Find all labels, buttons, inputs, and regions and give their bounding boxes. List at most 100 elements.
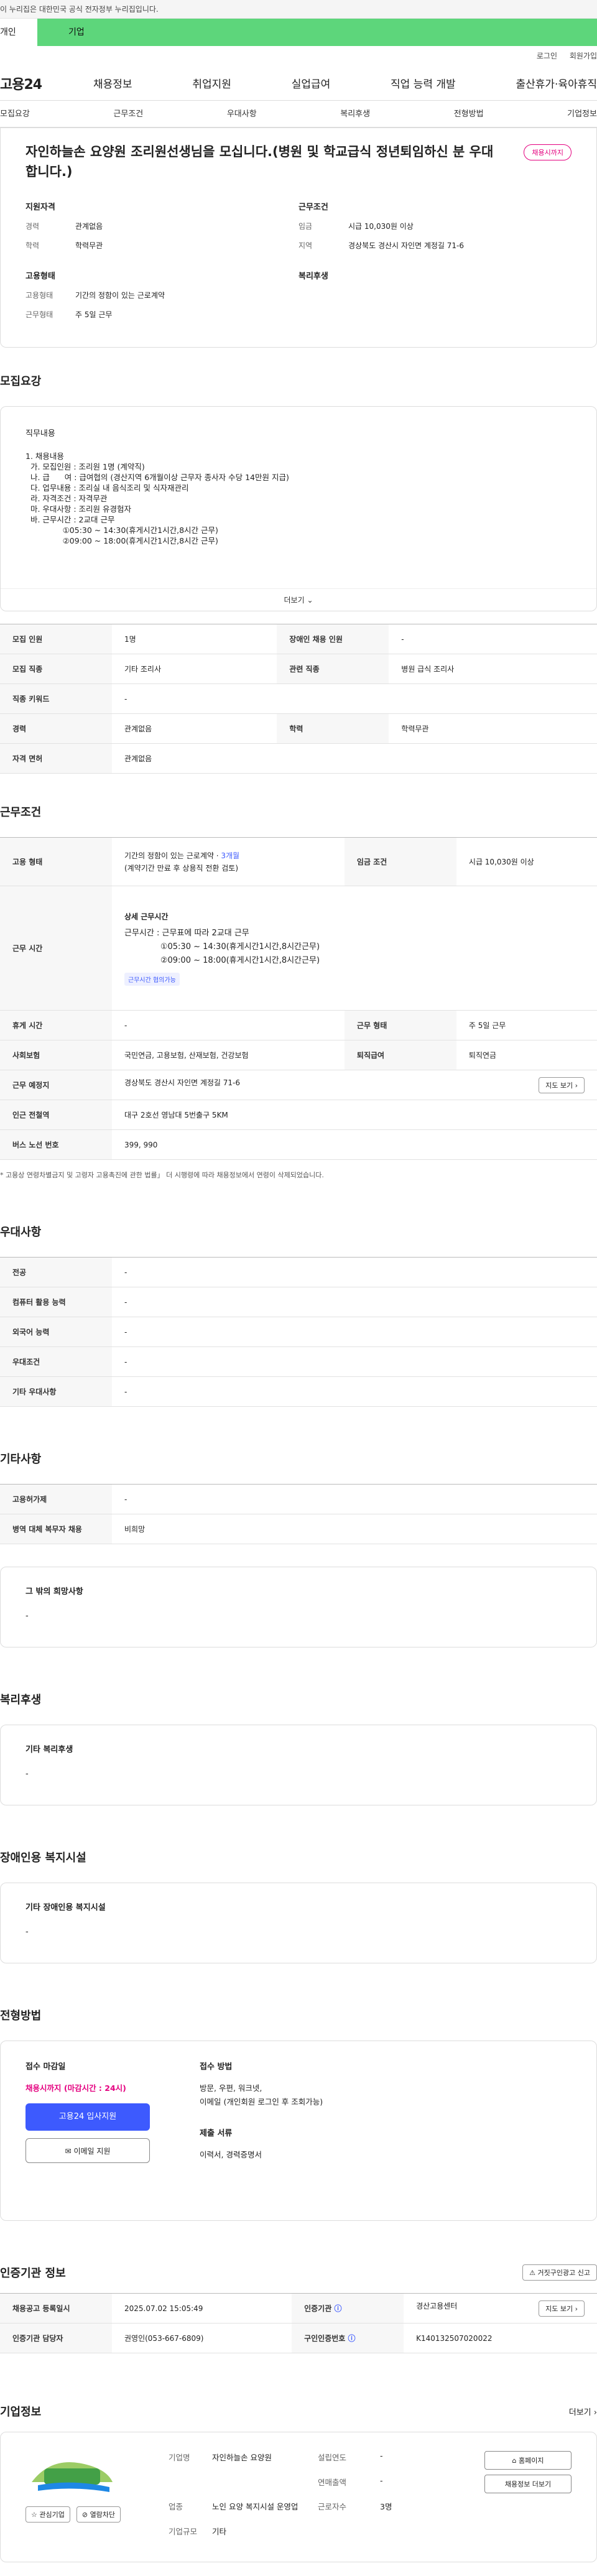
tab-company[interactable]: 기업정보 (567, 101, 597, 127)
info-value: - (380, 2475, 383, 2485)
site-logo[interactable]: 고용24 (0, 73, 93, 93)
work-form-value: 주 5일 근무 (75, 310, 113, 319)
info-key: 업종 (169, 2502, 183, 2511)
row-key: 퇴직급여 (344, 1040, 456, 1070)
gnb-item-leave[interactable]: 출산휴가·육아휴직 (516, 75, 597, 91)
row-value: 학력무관 (389, 713, 597, 744)
emp-heading: 고용형태 (25, 272, 55, 281)
map-button[interactable]: 지도 보기 › (539, 2300, 585, 2317)
region-key: 지역 (298, 241, 313, 250)
section-work-title: 근무조건 (0, 806, 42, 819)
more-button[interactable]: 더보기 ⌄ (1, 588, 596, 611)
block-icon: ⊘ (81, 2511, 88, 2519)
duty-box: 직무내용 1. 채용내용 가. 모집인원 : 조리원 1명 (계약직) 나. 급… (0, 406, 597, 611)
row-value: - (112, 1484, 597, 1514)
login-link[interactable]: 로그인 (537, 52, 557, 60)
global-nav: 고용24 채용정보 취업지원 실업급여 직업 능력 개발 출산휴가·육아휴직 (0, 66, 597, 101)
tab-work[interactable]: 근무조건 (113, 101, 143, 127)
tab-screening[interactable]: 전형방법 (454, 101, 484, 127)
disability-box: 기타 장애인용 복지시설 - (0, 1883, 597, 1963)
row-value: 399, 990 (112, 1129, 597, 1160)
edu-value: 학력무관 (75, 241, 103, 250)
info-value: 노인 요양 복지시설 운영업 (212, 2502, 298, 2511)
row-key: 기타 우대사항 (0, 1376, 112, 1407)
row-value: - (112, 1376, 597, 1407)
method-label: 접수 방법 (200, 2062, 233, 2072)
welfare-box: 기타 복리후생 - (0, 1725, 597, 1805)
homepage-button[interactable]: ⌂ 홈페이지 (484, 2451, 572, 2470)
row-key: 인증기관 ⓘ (292, 2293, 404, 2323)
signup-link[interactable]: 회원가입 (570, 52, 597, 60)
tab-recruit[interactable]: 모집요강 (0, 101, 30, 127)
company-more-link[interactable]: 더보기 › (569, 2406, 597, 2417)
company-jobs-button[interactable]: 채용정보 더보기 (484, 2475, 572, 2493)
row-key: 학력 (277, 713, 389, 744)
block-view-button[interactable]: ⊘ 열람차단 (76, 2506, 121, 2523)
row-key: 외국어 능력 (0, 1317, 112, 1347)
user-type-tabs: 개인 기업 (0, 19, 597, 46)
info-value: 기타 (212, 2526, 227, 2536)
mail-icon: ✉ (65, 2147, 72, 2156)
section-screening-title: 전형방법 (0, 2009, 42, 2022)
info-key: 기업명 (169, 2453, 190, 2462)
row-value: 병원 급식 조리사 (389, 654, 597, 684)
row-key: 모집 인원 (0, 624, 112, 654)
email-apply-button[interactable]: ✉ 이메일 지원 (25, 2138, 150, 2163)
row-value: 관계없음 (112, 713, 277, 744)
chevron-down-icon: ⌄ (307, 596, 313, 605)
gnb-item-training[interactable]: 직업 능력 개발 (391, 75, 456, 91)
info-value: 3명 (380, 2502, 392, 2511)
company-logo (32, 2462, 113, 2492)
section-recruit-title: 모집요강 (0, 375, 42, 388)
tab-pref[interactable]: 우대사항 (227, 101, 257, 127)
chevron-right-icon: › (593, 2407, 597, 2417)
utility-links: 로그인 회원가입 (0, 46, 597, 66)
section-pref-title: 우대사항 (0, 1226, 42, 1239)
qual-heading: 지원자격 (25, 203, 55, 212)
section-welfare-title: 복리후생 (0, 1693, 42, 1707)
other-wish-box: 그 밖의 희망사항 - (0, 1567, 597, 1647)
row-key: 버스 노선 번호 (0, 1129, 112, 1160)
edu-key: 학력 (25, 241, 40, 250)
tab-welfare[interactable]: 복리후생 (340, 101, 370, 127)
other-wish-value: - (25, 1611, 29, 1621)
info-icon[interactable]: ⓘ (348, 2334, 356, 2343)
row-value: 1명 (112, 624, 277, 654)
gnb-item-support[interactable]: 취업지원 (192, 75, 231, 91)
apply-button[interactable]: 고용24 입사지원 (25, 2103, 150, 2131)
status-badge: 채용시까지 (524, 144, 572, 160)
info-icon[interactable]: ⓘ (334, 2304, 341, 2313)
docs-value: 이력서, 경력증명서 (200, 2150, 262, 2159)
row-key: 임금 조건 (344, 837, 456, 886)
row-key: 직종 키워드 (0, 683, 112, 714)
row-value: 기타 조리사 (112, 654, 277, 684)
row-key: 관련 직종 (277, 654, 389, 684)
section-tabs: 모집요강 근무조건 우대사항 복리후생 전형방법 기업정보 (0, 101, 597, 128)
agency-table: 채용공고 등록일시 2025.07.02 15:05:49 인증기관 ⓘ 경산고용센터… (0, 2293, 597, 2353)
duty-label: 직무내용 (25, 429, 55, 438)
row-value: 기간의 정함이 있는 근로계약 · 3개월 (계약기간 만료 후 상용직 전환 검… (112, 837, 345, 886)
favorite-company-button[interactable]: ☆ 관심기업 (25, 2506, 70, 2523)
other-wish-label: 그 밖의 희망사항 (25, 1587, 83, 1596)
row-value: 2025.07.02 15:05:49 (112, 2293, 292, 2323)
row-value: 관계없음 (112, 743, 597, 774)
gnb-item-benefits[interactable]: 실업급여 (292, 75, 331, 91)
report-button[interactable]: ⚠ 거짓구인광고 신고 (522, 2264, 597, 2281)
row-key: 구인인증번호 ⓘ (292, 2323, 404, 2353)
welfare-heading: 복리후생 (298, 272, 328, 281)
warning-icon: ⚠ (529, 2269, 536, 2277)
job-title: 자인하늘손 요양원 조리원선생님을 모십니다.(병원 및 학교급식 정년퇴임하신… (25, 144, 494, 179)
emp-type-value: 기간의 정함이 있는 근로계약 (75, 291, 165, 300)
row-value: 비희망 (112, 1514, 597, 1544)
row-key: 컴퓨터 활용 능력 (0, 1287, 112, 1317)
disability-value: - (25, 1927, 29, 1937)
tab-business[interactable]: 기업 (37, 19, 597, 46)
row-key: 인근 전철역 (0, 1100, 112, 1130)
age-note: * 고용상 연령차별금지 및 고령자 고용촉진에 관한 법률」 더 시행령에 따… (0, 1171, 324, 1179)
etc-table: 고용허가제 - 병역 대체 복무자 채용 비희망 (0, 1484, 597, 1544)
map-button[interactable]: 지도 보기 › (539, 1077, 585, 1093)
row-value: 경상북도 경산시 자인면 계정길 71-6 지도 보기 › (112, 1070, 597, 1100)
row-value: 국민연금, 고용보험, 산재보험, 건강보험 (112, 1040, 345, 1070)
tab-individual[interactable]: 개인 (0, 19, 37, 46)
gnb-item-jobs[interactable]: 채용정보 (93, 75, 132, 91)
